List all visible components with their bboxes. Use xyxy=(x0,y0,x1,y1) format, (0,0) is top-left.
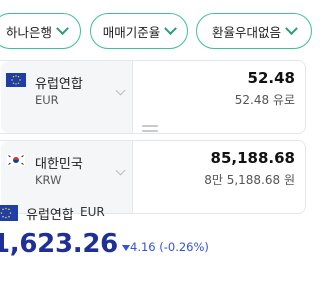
chevron-down-icon xyxy=(115,165,126,176)
summary-currency-code: EUR xyxy=(80,205,105,219)
from-currency-code: EUR xyxy=(35,93,59,107)
filter-chips: 하나은행 매매기준율 환율우대없음 xyxy=(0,13,312,49)
summary-currency-name: 유럽연합 xyxy=(26,208,74,223)
preference-select-chip[interactable]: 환율우대없음 xyxy=(196,13,312,49)
eu-flag-icon xyxy=(6,73,26,87)
preference-select-label: 환율우대없음 xyxy=(211,24,281,40)
chevron-down-icon xyxy=(164,21,178,35)
chevron-down-icon xyxy=(285,21,298,35)
chevron-down-icon xyxy=(56,21,69,35)
to-currency-card: 대한민국 KRW 85,188.68 8만 5,188.68 원 xyxy=(0,140,306,214)
to-amount-text: 8만 5,188.68 원 xyxy=(204,173,295,187)
rate-type-select-chip[interactable]: 매매기준율 xyxy=(90,13,188,49)
from-currency-name: 유럽연합 xyxy=(35,77,83,92)
kr-flag-icon xyxy=(6,153,26,167)
rate-change-text: 4.16 (-0.26%) xyxy=(130,240,209,254)
to-amount-input[interactable]: 85,188.68 xyxy=(211,149,295,167)
from-amount-text: 52.48 유로 xyxy=(234,93,295,107)
to-currency-name: 대한민국 xyxy=(35,157,83,172)
chevron-down-icon xyxy=(115,85,126,96)
from-currency-card: 유럽연합 EUR 52.48 52.48 유로 xyxy=(0,60,306,134)
from-amount-input[interactable]: 52.48 xyxy=(248,69,295,87)
to-currency-code: KRW xyxy=(35,173,62,187)
bank-select-label: 하나은행 xyxy=(5,24,52,40)
to-currency-selector[interactable]: 대한민국 KRW xyxy=(1,141,133,213)
exchange-rate-value: 1,623.26 xyxy=(0,229,118,259)
down-arrow-icon xyxy=(122,245,130,251)
equals-icon xyxy=(142,125,158,133)
bank-select-chip[interactable]: 하나은행 xyxy=(0,13,81,49)
eu-flag-icon xyxy=(0,205,18,221)
from-currency-selector[interactable]: 유럽연합 EUR xyxy=(1,61,133,133)
rate-type-select-label: 매매기준율 xyxy=(102,24,161,40)
